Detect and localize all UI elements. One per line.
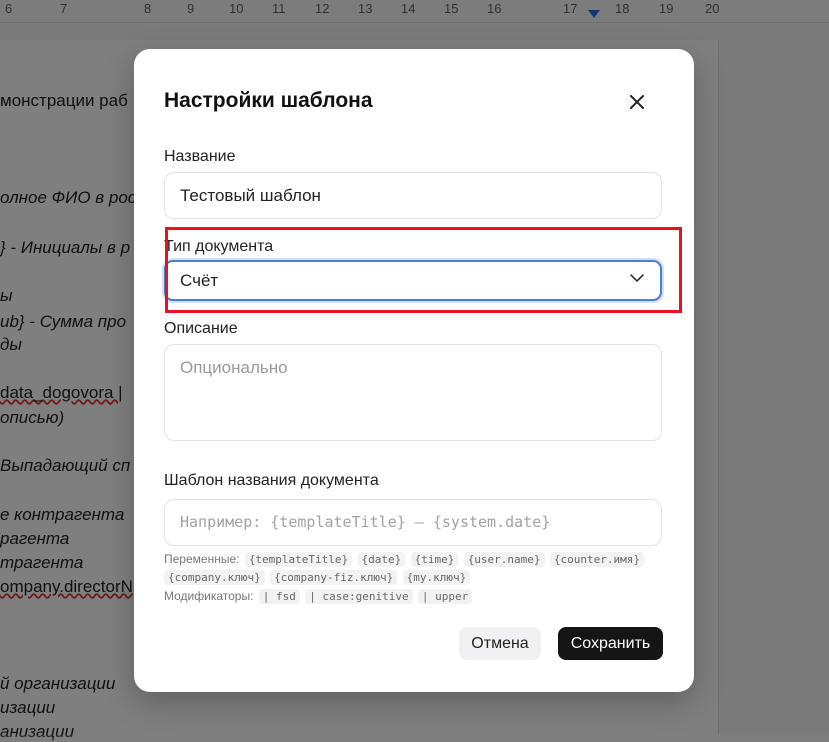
variable-chip[interactable]: {templateTitle} xyxy=(244,552,353,567)
close-icon xyxy=(630,95,644,109)
close-button[interactable] xyxy=(622,87,652,117)
name-label: Название xyxy=(164,148,236,165)
variable-chip[interactable]: {my.ключ} xyxy=(402,570,471,585)
variables-label: Переменные: xyxy=(164,552,240,566)
name-input[interactable]: Тестовый шаблон xyxy=(164,172,662,219)
variable-chip[interactable]: {company.ключ} xyxy=(164,570,265,585)
doc-type-value: Счёт xyxy=(180,271,219,290)
cancel-button[interactable]: Отмена xyxy=(459,627,541,660)
save-button[interactable]: Сохранить xyxy=(558,627,663,660)
modifier-chip[interactable]: | fsd xyxy=(258,589,300,604)
modifiers-row: Модификаторы: | fsd | case:genitive | up… xyxy=(164,589,473,604)
variable-chip[interactable]: {counter.имя} xyxy=(549,552,644,567)
modifiers-label: Модификаторы: xyxy=(164,589,254,603)
variable-chip[interactable]: {time} xyxy=(410,552,459,567)
modifier-chip[interactable]: | case:genitive xyxy=(305,589,413,604)
variables-row: Переменные: {templateTitle} {date} {time… xyxy=(164,552,644,567)
variable-chip[interactable]: {user.name} xyxy=(463,552,545,567)
doc-type-select[interactable]: Счёт xyxy=(164,260,662,301)
dialog-title: Настройки шаблона xyxy=(164,89,373,112)
description-textarea[interactable]: Опционально xyxy=(164,344,662,441)
variable-chip[interactable]: {date} xyxy=(357,552,406,567)
chevron-down-icon xyxy=(630,274,644,282)
doc-type-label: Тип документа xyxy=(164,238,274,255)
variables-row-2: {company.ключ} {company-fiz.ключ} {my.кл… xyxy=(164,570,471,585)
doc-name-template-label: Шаблон названия документа xyxy=(164,472,379,489)
template-settings-dialog: Настройки шаблона Название Тестовый шабл… xyxy=(134,49,694,692)
variable-chip[interactable]: {company-fiz.ключ} xyxy=(270,570,398,585)
modifier-chip[interactable]: | upper xyxy=(417,589,473,604)
description-label: Описание xyxy=(164,320,238,337)
doc-name-template-input[interactable]: Например: {templateTitle} — {system.date… xyxy=(164,499,662,546)
